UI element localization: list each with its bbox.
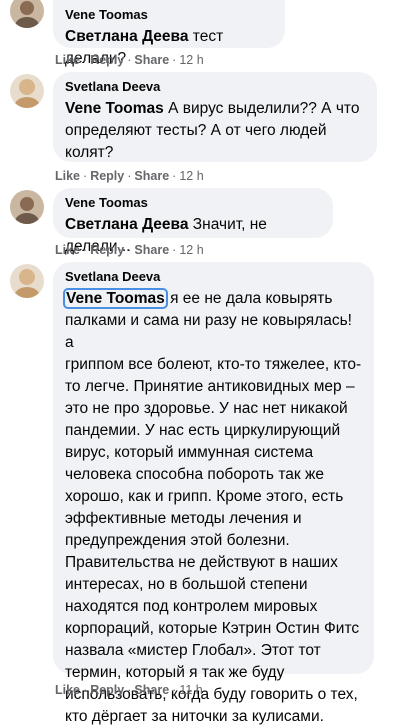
reply-button[interactable]: Reply — [90, 243, 124, 257]
timestamp[interactable]: 11 h — [179, 683, 202, 697]
timestamp[interactable]: 12 h — [179, 169, 203, 183]
comment-bubble: Svetlana Deeva Vene Toomas я ее не дала … — [53, 262, 374, 725]
comment-actions: Like · Reply · Share · 11 h — [55, 683, 203, 697]
timestamp[interactable]: 12 h — [179, 53, 203, 67]
comment-text: Vene Toomas А вирус выделили?? А что опр… — [65, 100, 360, 161]
share-button[interactable]: Share — [134, 683, 169, 697]
reply-button[interactable]: Reply — [90, 683, 124, 697]
like-button[interactable]: Like — [55, 243, 80, 257]
mention-link[interactable]: Светлана Деева — [65, 28, 189, 45]
comment-author[interactable]: Vene Toomas — [65, 194, 321, 211]
comment-bubble: Vene Toomas Светлана Деева тест делали? — [53, 0, 285, 67]
comment-actions: Like · Reply · Share · 12 h — [55, 53, 204, 67]
mention-link[interactable]: Светлана Деева — [65, 216, 189, 233]
timestamp[interactable]: 12 h — [179, 243, 203, 257]
mention-link[interactable]: Vene Toomas — [63, 288, 168, 309]
avatar[interactable] — [10, 190, 44, 224]
comment-bubble: Svetlana Deeva Vene Toomas А вирус выдел… — [53, 72, 377, 162]
reply-button[interactable]: Reply — [90, 53, 124, 67]
comment-author[interactable]: Vene Toomas — [65, 6, 273, 23]
mention-link[interactable]: Vene Toomas — [65, 100, 164, 117]
like-button[interactable]: Like — [55, 683, 80, 697]
avatar[interactable] — [10, 264, 44, 298]
reply-button[interactable]: Reply — [90, 169, 124, 183]
comment-actions: Like · Reply · Share · 12 h — [55, 243, 204, 257]
avatar[interactable] — [10, 0, 44, 28]
comment-author[interactable]: Svetlana Deeva — [65, 78, 365, 95]
share-button[interactable]: Share — [134, 169, 169, 183]
comment-actions: Like · Reply · Share · 12 h — [55, 169, 204, 183]
avatar[interactable] — [10, 74, 44, 108]
like-button[interactable]: Like — [55, 169, 80, 183]
comment-text: Vene Toomas я ее не дала ковырять палкам… — [63, 288, 362, 725]
comment-author[interactable]: Svetlana Deeva — [65, 268, 362, 285]
like-button[interactable]: Like — [55, 53, 80, 67]
comment-bubble: Vene Toomas Светлана Деева Значит, не де… — [53, 188, 333, 255]
share-button[interactable]: Share — [134, 53, 169, 67]
share-button[interactable]: Share — [134, 243, 169, 257]
